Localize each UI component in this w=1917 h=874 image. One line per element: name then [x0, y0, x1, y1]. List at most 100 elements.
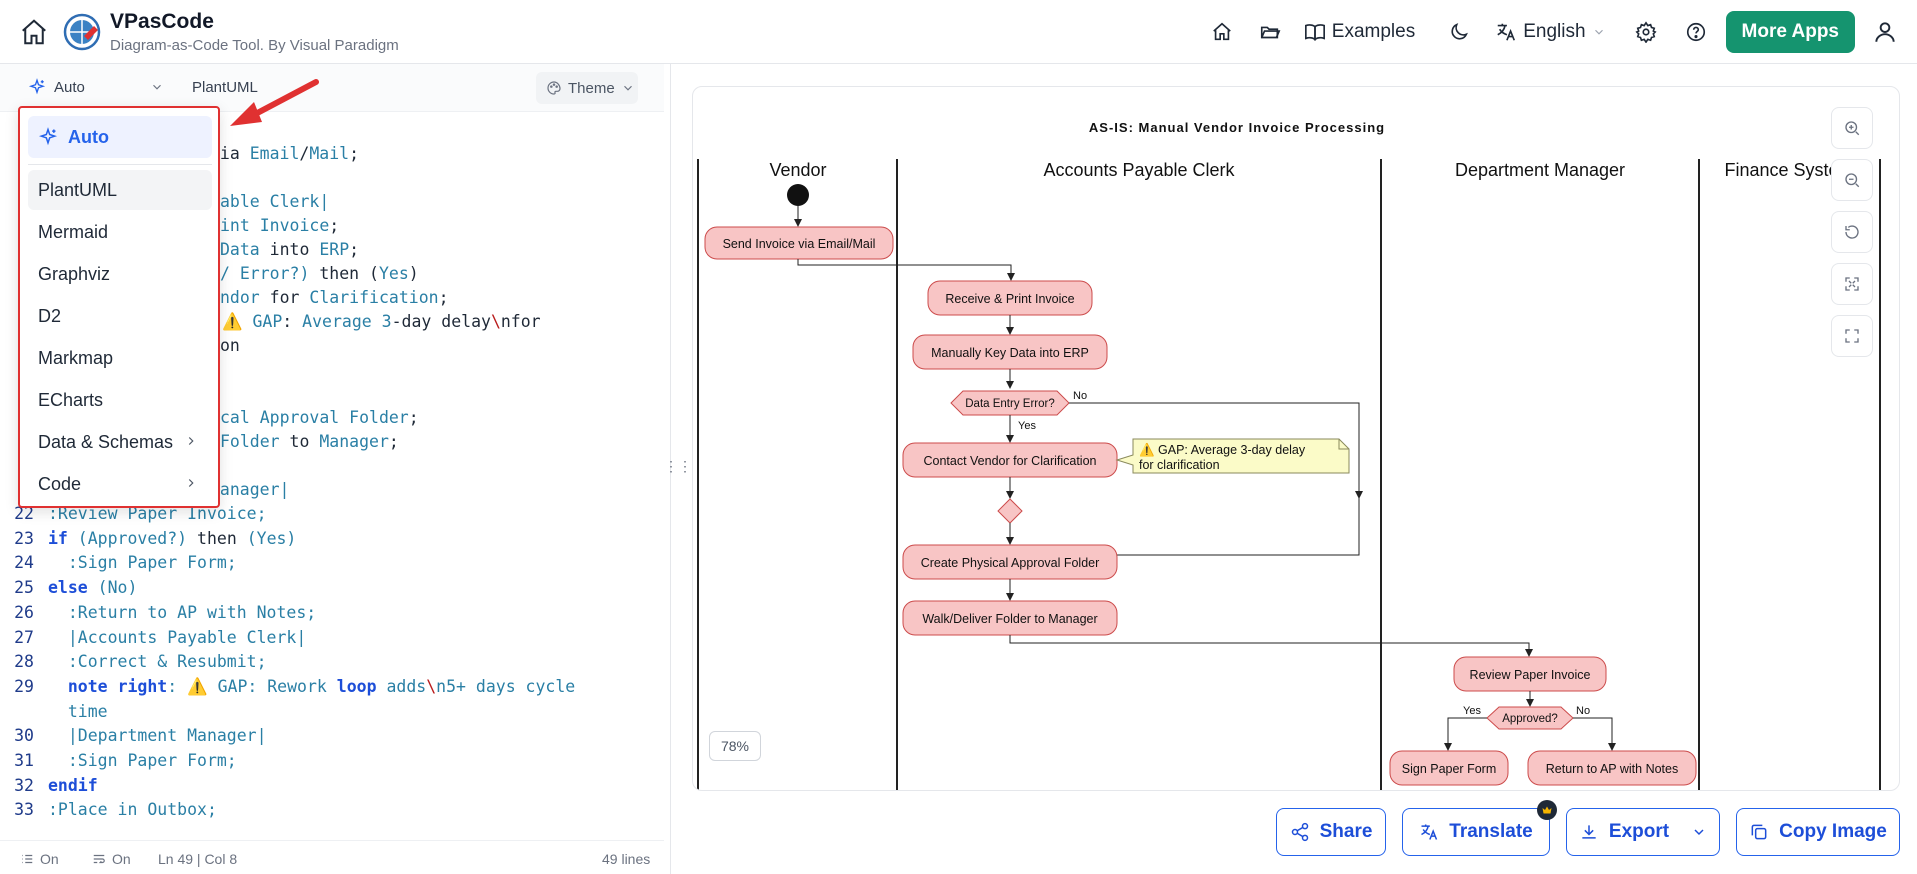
share-label: Share: [1319, 821, 1373, 842]
dropdown-item-graphviz[interactable]: Graphviz: [28, 254, 212, 294]
examples-button[interactable]: Examples: [1298, 12, 1421, 52]
dropdown-item-plantuml[interactable]: PlantUML: [28, 170, 212, 210]
diagram-canvas[interactable]: AS-IS: Manual Vendor Invoice Processing …: [692, 86, 1900, 791]
start-node: [787, 184, 809, 206]
code-line-partial: ⚠️ GAP: Average 3-day delay\nfor: [222, 312, 541, 331]
flow-arrow: [1444, 717, 1487, 751]
diagram-title: AS-IS: Manual Vendor Invoice Processing: [1089, 120, 1385, 135]
home-nav-icon[interactable]: [1202, 12, 1242, 52]
brand-subtitle: Diagram-as-Code Tool. By Visual Paradigm: [110, 37, 399, 54]
sparkle-icon: [38, 127, 58, 146]
dropdown-item-d2[interactable]: D2: [28, 296, 212, 336]
book-icon: [1304, 24, 1325, 41]
word-wrap-toggle[interactable]: On: [92, 851, 131, 867]
translate-icon: [1421, 824, 1438, 840]
code-line: 29 note right: ⚠️ GAP: Rework loop adds\…: [0, 675, 575, 699]
brand-title: VPasCode: [110, 10, 214, 33]
dropdown-item-auto[interactable]: Auto: [28, 116, 212, 158]
dropdown-item-echarts[interactable]: ECharts: [28, 380, 212, 420]
download-icon: [1582, 825, 1596, 839]
help-icon[interactable]: [1676, 12, 1716, 52]
examples-label: Examples: [1331, 21, 1416, 42]
code-line: 25 else (No): [0, 576, 137, 600]
code-line-partial: on: [220, 336, 240, 355]
dropdown-item-mermaid[interactable]: Mermaid: [28, 212, 212, 252]
dropdown-item-data-schemas[interactable]: Data & Schemas: [28, 422, 212, 462]
app-root: VPasCode Diagram-as-Code Tool. By Visual…: [0, 0, 1917, 874]
code-line-partial: ndor for Clarification;: [220, 288, 449, 307]
line-number: 32: [14, 775, 34, 795]
flow-arrow: [797, 259, 1015, 281]
theme-button[interactable]: Theme: [536, 72, 638, 104]
line-numbers-toggle[interactable]: On: [20, 851, 59, 867]
code-text: endif: [48, 775, 98, 795]
line-count: 49 lines: [602, 851, 651, 867]
decision-label: Data Entry Error?: [965, 398, 1054, 410]
folder-open-icon[interactable]: [1250, 12, 1290, 52]
fullscreen-icon[interactable]: [1831, 315, 1873, 357]
zoom-out-icon[interactable]: [1831, 159, 1873, 201]
code-text: time: [48, 701, 108, 721]
line-number: 31: [14, 751, 34, 770]
reset-view-icon[interactable]: [1831, 211, 1873, 253]
share-button[interactable]: Share: [1276, 808, 1386, 856]
list-icon: [22, 854, 33, 864]
dropdown-separator: [28, 164, 212, 165]
home-icon[interactable]: [14, 12, 54, 52]
export-button[interactable]: Export: [1566, 808, 1720, 856]
code-text: :Sign Paper Form;: [48, 751, 237, 770]
fit-to-screen-icon[interactable]: [1831, 263, 1873, 305]
mode-selector[interactable]: Auto: [28, 78, 161, 96]
resize-handle[interactable]: ⋮⋮: [664, 458, 692, 480]
node-label: Manually Key Data into ERP: [931, 346, 1089, 360]
code-line: 30 |Department Manager|: [0, 724, 267, 748]
code-line: 33:Place in Outbox;: [0, 798, 217, 822]
code-line: 28 :Correct & Resubmit;: [0, 650, 266, 674]
copy-icon: [1751, 824, 1767, 840]
editor-toolbar: Auto PlantUML Theme: [0, 64, 664, 112]
copy-image-button[interactable]: Copy Image: [1736, 808, 1900, 856]
chevron-right-icon: [188, 437, 194, 445]
note-text-line1: ⚠️ GAP: Average 3-day delay: [1139, 442, 1306, 457]
code-line: 31 :Sign Paper Form;: [0, 749, 237, 773]
line-number: 28: [14, 652, 34, 672]
node-label: Create Physical Approval Folder: [921, 556, 1100, 570]
chevron-down-icon: [1594, 29, 1603, 35]
flow-arrow: [1009, 635, 1533, 657]
zoom-level-badge: 78%: [709, 731, 761, 761]
user-avatar-icon[interactable]: [1865, 12, 1905, 52]
dropdown-item-label: Code: [38, 473, 82, 494]
code-text: :Return to AP with Notes;: [48, 602, 317, 622]
note-text-line2: for clarification: [1139, 458, 1220, 472]
premium-crown-icon: [1537, 800, 1557, 820]
copy-image-label: Copy Image: [1779, 821, 1887, 842]
node-label: Return to AP with Notes: [1546, 762, 1678, 776]
canvas-tools: [1831, 107, 1883, 367]
more-apps-button[interactable]: More Apps: [1725, 11, 1855, 53]
chevron-down-icon: [623, 85, 632, 91]
code-line: 32 endif: [0, 774, 98, 798]
dropdown-item-code[interactable]: Code: [28, 464, 212, 504]
lane-dept-manager: Department Manager: [1455, 160, 1625, 180]
line-number: 23: [14, 528, 34, 548]
translate-button[interactable]: Translate: [1402, 800, 1557, 856]
code-text: |Department Manager|: [48, 726, 267, 746]
dropdown-item-markmap[interactable]: Markmap: [28, 338, 212, 378]
branch-label-yes: Yes: [1463, 705, 1481, 717]
wrap-icon: [93, 854, 105, 864]
dark-mode-icon[interactable]: [1439, 12, 1479, 52]
code-line: 23 if (Approved?) then (Yes): [0, 527, 296, 551]
language-dropdown-menu: Auto PlantUML Mermaid Graphviz D2 Markma…: [18, 106, 220, 508]
lane-vendor: Vendor: [769, 160, 826, 180]
zoom-in-icon[interactable]: [1831, 107, 1873, 149]
language-selector[interactable]: English: [1489, 12, 1611, 52]
code-line: 24 :Sign Paper Form;: [0, 551, 237, 575]
dropdown-item-label: Data & Schemas: [38, 431, 174, 452]
node-label: Sign Paper Form: [1402, 762, 1496, 776]
settings-gear-icon[interactable]: [1626, 12, 1666, 52]
code-line-partial: Folder to Manager;: [220, 432, 399, 451]
code-line: 27 |Accounts Payable Clerk|: [0, 626, 306, 650]
top-header: VPasCode Diagram-as-Code Tool. By Visual…: [0, 0, 1917, 64]
translate-label: Translate: [1449, 821, 1533, 842]
mode-label: Auto: [54, 78, 85, 96]
